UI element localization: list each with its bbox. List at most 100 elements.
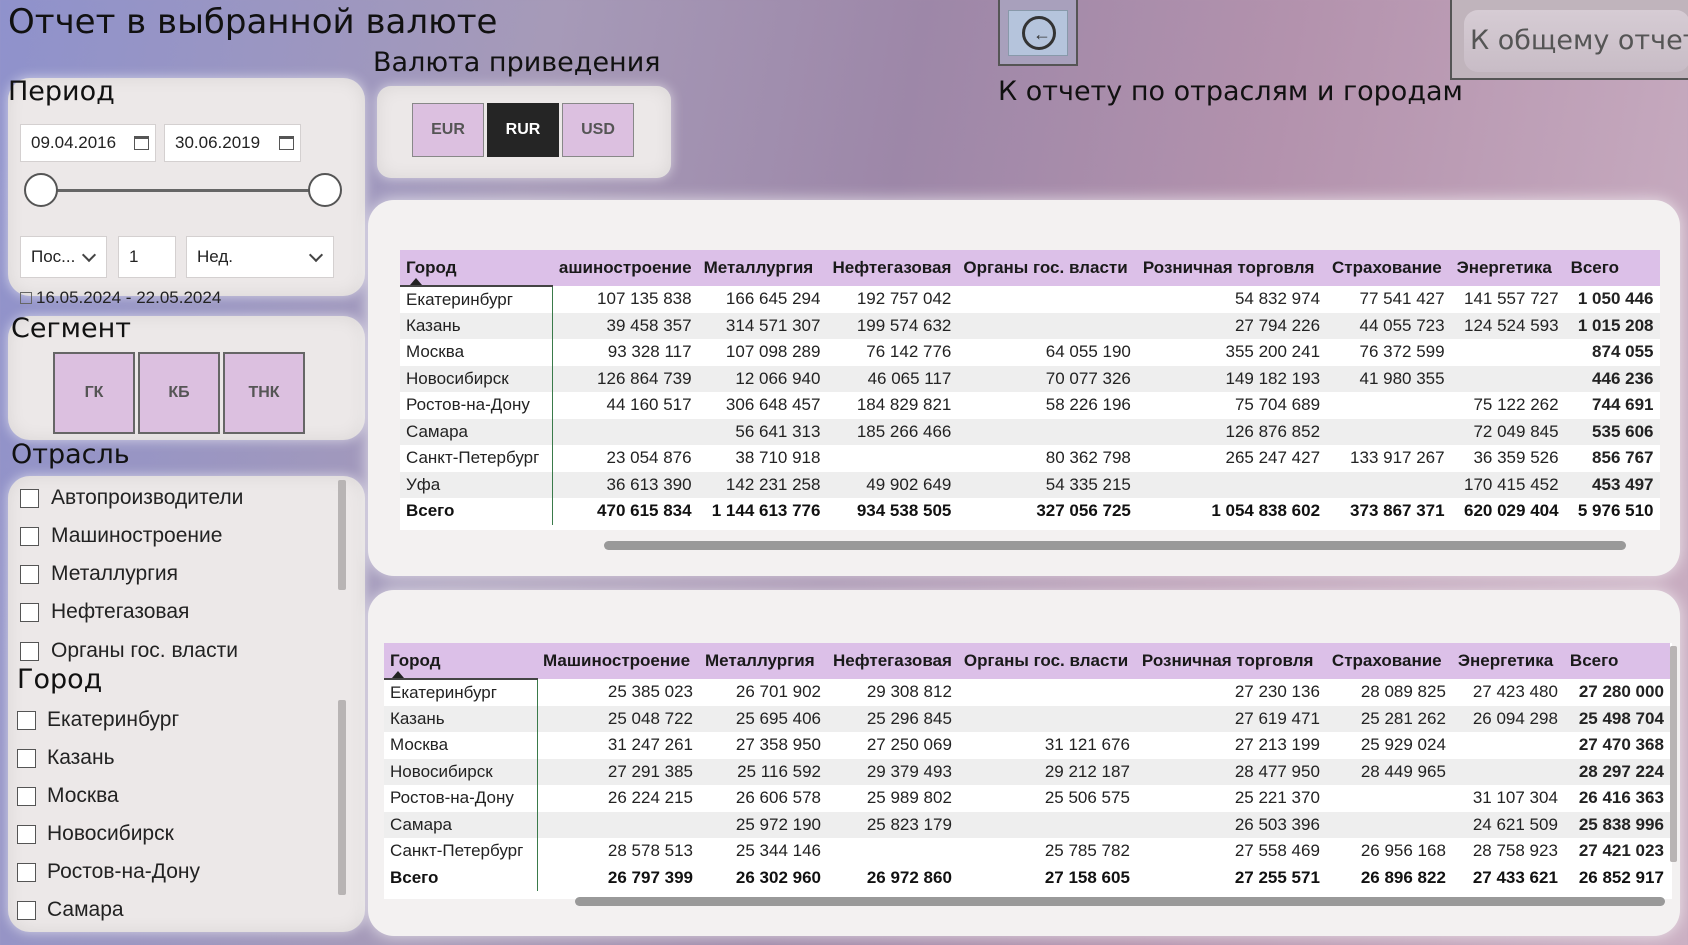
table2[interactable]: Город Машиностроение Металлургия Нефтега… — [384, 643, 1672, 899]
column-header[interactable]: Розничная торговля — [1135, 643, 1326, 679]
column-header[interactable]: Энергетика — [1451, 643, 1564, 679]
column-header[interactable]: ашиностроение — [552, 250, 698, 286]
table-row[interactable]: Казань 39 458 357 314 571 307 199 574 632 27… — [400, 312, 1660, 339]
relative-mode-dropdown[interactable]: Пос... — [20, 236, 107, 278]
value-cell: 314 571 307 — [697, 312, 827, 339]
table2-vertical-scrollbar[interactable] — [1670, 646, 1677, 862]
industry-checkbox[interactable] — [20, 603, 39, 622]
table-row[interactable]: Екатеринбург 107 135 838 166 645 294 192 75… — [400, 286, 1660, 313]
column-header[interactable]: Металлургия — [699, 643, 827, 679]
column-header[interactable]: Энергетика — [1450, 250, 1565, 286]
end-date-field[interactable]: 30.06.2019 — [164, 124, 301, 162]
table-row[interactable]: Санкт-Петербург 23 054 876 38 710 918 80 36… — [400, 445, 1660, 472]
column-header[interactable]: Нефтегазовая — [826, 250, 958, 286]
industry-scrollbar[interactable] — [338, 480, 346, 590]
column-header[interactable]: Машиностроение — [537, 643, 699, 679]
column-header[interactable]: Город — [400, 250, 553, 287]
value-cell: 49 902 649 — [826, 471, 958, 498]
city-item[interactable]: Самара — [47, 898, 124, 922]
date-slider-end-handle[interactable] — [308, 173, 342, 207]
industry-item[interactable]: Металлургия — [51, 562, 178, 586]
row-total-cell: 27 470 368 — [1578, 735, 1664, 755]
table-row[interactable]: Москва 93 328 117 107 098 289 76 142 776 64 … — [400, 339, 1660, 366]
table-row[interactable]: Санкт-Петербург 28 578 513 25 344 146 25 78… — [384, 838, 1670, 865]
industry-item[interactable]: Автопроизводители — [51, 486, 243, 510]
relative-unit-dropdown[interactable]: Нед. — [186, 236, 334, 278]
column-header[interactable]: Розничная торговля — [1136, 250, 1327, 286]
table-row[interactable]: Самара 25 972 190 25 823 179 26 503 396 24 6… — [384, 811, 1670, 838]
city-checkbox[interactable] — [17, 711, 36, 730]
value-cell: 28 758 923 — [1472, 841, 1558, 861]
total-cell: 327 056 725 — [1036, 501, 1131, 521]
sort-ascending-icon[interactable] — [392, 671, 404, 678]
value-cell: 12 066 940 — [697, 365, 827, 392]
value-cell: 25 281 262 — [1325, 705, 1452, 732]
table-row[interactable]: Новосибирск 27 291 385 25 116 592 29 379 49… — [384, 758, 1670, 785]
relative-count-input[interactable]: 1 — [118, 236, 176, 278]
city-item[interactable]: Казань — [47, 746, 115, 770]
city-item[interactable]: Екатеринбург — [47, 708, 179, 732]
value-cell: 29 212 187 — [957, 758, 1136, 785]
currency-eur-button[interactable]: EUR — [412, 103, 484, 157]
column-header[interactable]: Металлургия — [697, 250, 827, 286]
column-header[interactable]: Страхование — [1325, 643, 1452, 679]
industry-item[interactable]: Нефтегазовая — [51, 600, 189, 624]
city-item[interactable]: Новосибирск — [47, 822, 174, 846]
table-row[interactable]: Казань 25 048 722 25 695 406 25 296 845 27 6… — [384, 705, 1670, 732]
back-to-industry-report-label[interactable]: К отчету по отраслям и городам — [998, 76, 1463, 107]
table-row[interactable]: Уфа 36 613 390 142 231 258 49 902 649 54 335… — [400, 471, 1660, 498]
table-row[interactable]: Ростов-на-Дону 44 160 517 306 648 457 184 8… — [400, 392, 1660, 419]
table-row[interactable]: Москва 31 247 261 27 358 950 27 250 069 31 1… — [384, 732, 1670, 759]
back-button-face[interactable]: ← — [1008, 10, 1068, 56]
column-header[interactable]: Органы гос. власти — [957, 250, 1137, 286]
city-item[interactable]: Ростов-на-Дону — [47, 860, 200, 884]
sort-ascending-icon[interactable] — [410, 278, 422, 285]
calendar-icon[interactable] — [134, 136, 149, 150]
value-cell: 25 989 802 — [866, 788, 952, 808]
city-checkbox[interactable] — [17, 863, 36, 882]
column-header[interactable]: Органы гос. власти — [957, 643, 1136, 679]
table-row[interactable]: Самара 56 641 313 185 266 466 126 876 852 72… — [400, 418, 1660, 445]
segment-tnk-button[interactable]: ТНК — [223, 352, 305, 434]
industry-checkbox[interactable] — [20, 642, 39, 661]
industry-item[interactable]: Машиностроение — [51, 524, 222, 548]
main-report-button-label[interactable]: К общему отчету — [1464, 10, 1688, 72]
column-header[interactable]: Страхование — [1326, 250, 1451, 286]
column-header[interactable]: Всего — [1563, 643, 1670, 679]
value-cell: 23 054 876 — [606, 448, 692, 468]
industry-item[interactable]: Органы гос. власти — [51, 639, 238, 663]
column-header[interactable]: Город — [384, 643, 537, 680]
segment-gk-button[interactable]: ГК — [53, 352, 135, 434]
table-row[interactable]: Ростов-на-Дону 26 224 215 26 606 578 25 989… — [384, 785, 1670, 812]
date-slider-start-handle[interactable] — [24, 173, 58, 207]
value-cell: 46 065 117 — [826, 365, 958, 392]
city-scrollbar[interactable] — [338, 700, 346, 895]
table2-horizontal-scrollbar[interactable] — [575, 897, 1665, 906]
value-cell: 29 308 812 — [866, 682, 952, 702]
value-cell — [957, 286, 1137, 313]
table-row[interactable]: Новосибирск 126 864 739 12 066 940 46 065 1… — [400, 365, 1660, 392]
table1-horizontal-scrollbar[interactable] — [604, 541, 1626, 550]
column-header[interactable]: Нефтегазовая — [827, 643, 958, 679]
industry-checkbox[interactable] — [20, 527, 39, 546]
city-checkbox[interactable] — [17, 787, 36, 806]
row-total-cell: 874 055 — [1592, 342, 1654, 362]
calendar-icon[interactable] — [279, 136, 294, 150]
date-slider-track[interactable] — [40, 189, 324, 192]
main-report-button[interactable]: К общему отчету — [1450, 0, 1688, 80]
city-item[interactable]: Москва — [47, 784, 119, 808]
currency-usd-button[interactable]: USD — [562, 103, 634, 157]
industry-checkbox[interactable] — [20, 565, 39, 584]
table1[interactable]: Город ашиностроение Металлургия Нефтегаз… — [400, 250, 1660, 530]
currency-rur-button[interactable]: RUR — [487, 103, 559, 157]
city-checkbox[interactable] — [17, 825, 36, 844]
back-button[interactable]: ← — [998, 0, 1078, 66]
value-cell: 25 929 024 — [1360, 735, 1446, 755]
segment-kb-button[interactable]: КБ — [138, 352, 220, 434]
table-row[interactable]: Екатеринбург 25 385 023 26 701 902 29 308 8… — [384, 679, 1670, 706]
city-checkbox[interactable] — [17, 901, 36, 920]
city-checkbox[interactable] — [17, 749, 36, 768]
industry-checkbox[interactable] — [20, 489, 39, 508]
column-header[interactable]: Всего — [1564, 250, 1660, 286]
start-date-field[interactable]: 09.04.2016 — [20, 124, 156, 162]
